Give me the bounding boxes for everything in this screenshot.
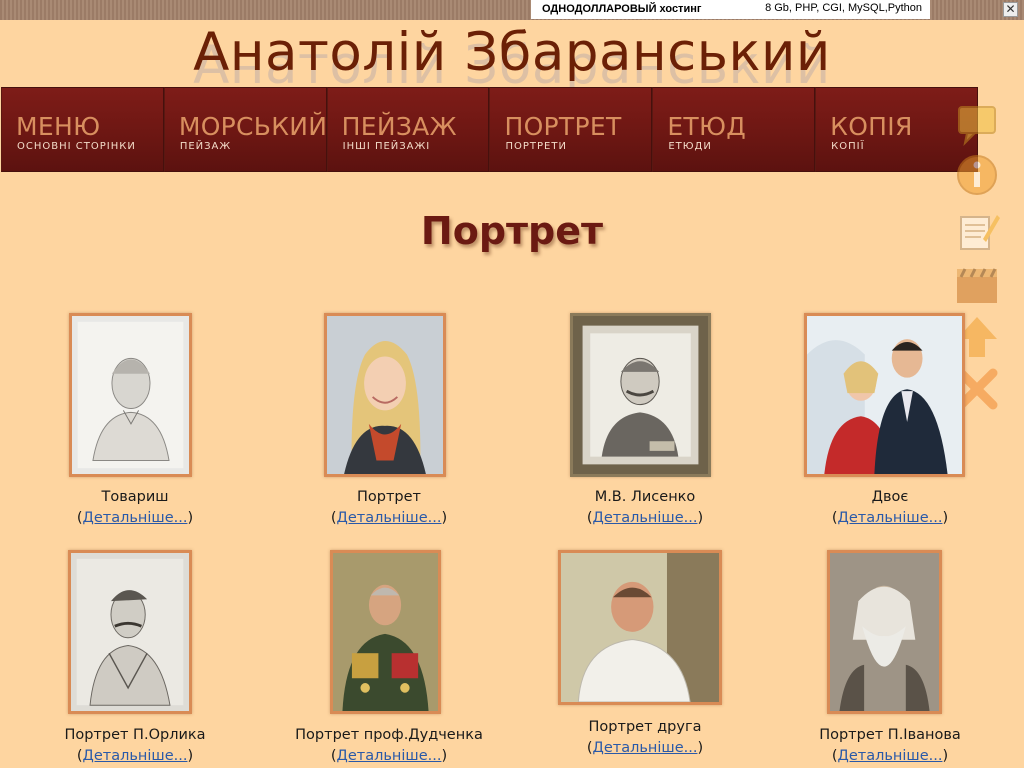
close-paren: ) <box>187 510 194 526</box>
artwork-details: (Детальніше...) <box>259 510 519 526</box>
nav-item-label: КОПІЯ <box>830 112 913 141</box>
details-link[interactable]: Детальніше... <box>337 748 442 764</box>
artwork-thumbnail[interactable] <box>330 550 441 714</box>
artwork-details: (Детальніше...) <box>5 510 265 526</box>
nav-item-label: МЕНЮ <box>16 112 101 141</box>
artwork-thumbnail[interactable] <box>324 313 446 477</box>
artwork-details: (Детальніше...) <box>515 740 775 756</box>
details-link[interactable]: Детальніше... <box>593 510 698 526</box>
nav-item-sublabel: ЕТЮДИ <box>668 141 712 152</box>
site-title[interactable]: Анатолій Збаранський <box>0 22 1024 83</box>
close-paren: ) <box>942 510 949 526</box>
artwork-thumbnail[interactable] <box>827 550 942 714</box>
site-header: Анатолій Збаранський Анатолій Збаранськи… <box>0 22 1024 96</box>
nav-item-label: ПЕЙЗАЖ <box>341 112 457 141</box>
nav-item-portrait[interactable]: ПОРТРЕТ ПОРТРЕТИ <box>489 87 653 172</box>
artwork-details: (Детальніше...) <box>515 510 775 526</box>
close-paren: ) <box>441 748 448 764</box>
nav-item-sublabel: ОСНОВНІ СТОРІНКИ <box>17 141 136 152</box>
comment-icon[interactable] <box>953 103 1001 147</box>
details-link[interactable]: Детальніше... <box>838 510 943 526</box>
details-link[interactable]: Детальніше... <box>83 510 188 526</box>
page-title: Портрет <box>420 209 604 253</box>
artwork-details: (Детальніше...) <box>259 748 519 764</box>
artwork-thumbnail[interactable] <box>570 313 711 477</box>
info-icon[interactable] <box>953 153 1001 197</box>
nav-item-etude[interactable]: ЕТЮД ЕТЮДИ <box>652 87 816 172</box>
nav-item-menu[interactable]: МЕНЮ ОСНОВНІ СТОРІНКИ <box>1 87 164 172</box>
hosting-ad-title[interactable]: ОДНОДОЛЛАРОВЫЙ хостинг <box>542 3 701 15</box>
details-link[interactable]: Детальніше... <box>337 510 442 526</box>
artwork-caption: М.В. Лисенко <box>594 489 696 505</box>
artwork-caption: Товариш <box>101 489 169 505</box>
details-link[interactable]: Детальніше... <box>593 740 698 756</box>
artwork-caption: Портрет П.Іванова <box>819 727 961 743</box>
artwork-thumbnail[interactable] <box>804 313 965 477</box>
main-nav: МЕНЮ ОСНОВНІ СТОРІНКИ МОРСЬКИЙ ПЕЙЗАЖ ПЕ… <box>1 87 978 172</box>
nav-item-sublabel: ПЕЙЗАЖ <box>179 141 232 152</box>
nav-item-sublabel: ПОРТРЕТИ <box>505 141 567 152</box>
close-paren: ) <box>187 748 194 764</box>
details-link[interactable]: Детальніше... <box>83 748 188 764</box>
video-icon[interactable] <box>953 263 1001 307</box>
artwork-caption: Двоє <box>871 489 909 505</box>
artwork-thumbnail[interactable] <box>69 313 192 477</box>
artwork-thumbnail[interactable] <box>68 550 192 714</box>
artwork-caption: Портрет проф.Дудченка <box>295 727 483 743</box>
nav-item-sublabel: КОПІЇ <box>831 141 865 152</box>
nav-item-label: ПОРТРЕТ <box>504 112 622 141</box>
ad-close-button[interactable]: ✕ <box>1003 2 1018 17</box>
close-paren: ) <box>441 510 448 526</box>
nav-item-marine[interactable]: МОРСЬКИЙ ПЕЙЗАЖ <box>163 87 328 172</box>
nav-item-landscape[interactable]: ПЕЙЗАЖ ІНШІ ПЕЙЗАЖІ <box>326 87 490 172</box>
close-paren: ) <box>942 748 949 764</box>
nav-item-label: МОРСЬКИЙ <box>178 112 328 141</box>
close-paren: ) <box>697 510 704 526</box>
close-paren: ) <box>697 740 704 756</box>
artwork-details: (Детальніше...) <box>5 748 265 764</box>
hosting-ad-features[interactable]: 8 Gb, PHP, CGI, MySQL,Python <box>765 2 922 14</box>
artwork-details: (Детальніше...) <box>760 510 1020 526</box>
hosting-ad-bar[interactable]: ОДНОДОЛЛАРОВЫЙ хостинг 8 Gb, PHP, CGI, M… <box>531 0 930 19</box>
nav-item-label: ЕТЮД <box>667 112 747 141</box>
artwork-caption: Портрет <box>357 489 421 505</box>
artwork-details: (Детальніше...) <box>760 748 1020 764</box>
artwork-caption: Портрет П.Орлика <box>64 727 206 743</box>
artwork-thumbnail[interactable] <box>558 550 722 705</box>
details-link[interactable]: Детальніше... <box>838 748 943 764</box>
artwork-caption: Портрет друга <box>588 719 702 735</box>
nav-item-sublabel: ІНШІ ПЕЙЗАЖІ <box>342 141 431 152</box>
